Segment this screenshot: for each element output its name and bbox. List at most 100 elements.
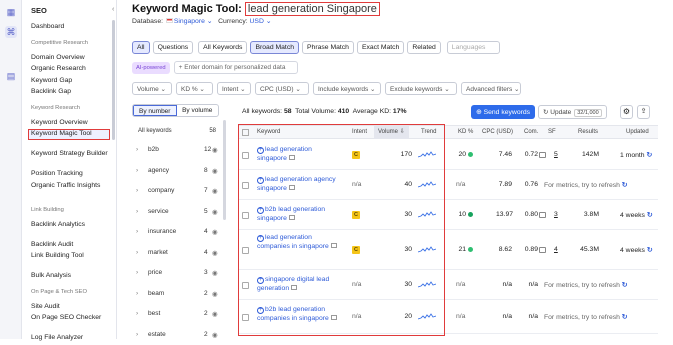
sidebar-item[interactable]: Dashboard <box>31 22 111 31</box>
add-keyword-icon[interactable]: + <box>257 307 264 314</box>
filter-advanced-filters[interactable]: Advanced filters ⌄ <box>461 82 521 95</box>
filter-include-keywords[interactable]: Include keywords ⌄ <box>313 82 381 95</box>
tab-broad-match[interactable]: Broad Match <box>250 41 300 54</box>
eye-icon[interactable]: ◉ <box>212 249 218 257</box>
keyword-link[interactable]: + lead generation agency singapore <box>257 175 341 193</box>
by-number-button[interactable]: By number <box>133 105 177 116</box>
sidebar-item[interactable]: Keyword Overview <box>31 118 111 127</box>
refresh-icon[interactable]: ↻ <box>645 247 653 254</box>
filter-kd-[interactable]: KD % ⌄ <box>176 82 213 95</box>
currency-select[interactable]: USD ⌄ <box>250 18 272 25</box>
domain-input[interactable]: + Enter domain for personalized data <box>173 61 298 74</box>
col-kd[interactable]: KD % <box>458 129 473 135</box>
filter-exclude-keywords[interactable]: Exclude keywords ⌄ <box>385 82 457 95</box>
refresh-icon[interactable]: ↻ <box>620 182 628 189</box>
keyword-group-item[interactable]: › b2b 12 ◉ <box>132 146 228 160</box>
filter-volume[interactable]: Volume ⌄ <box>132 82 172 95</box>
keyword-link[interactable]: + b2b lead generation singapore <box>257 205 341 223</box>
eye-icon[interactable]: ◉ <box>212 269 218 277</box>
add-keyword-icon[interactable]: + <box>257 177 264 184</box>
sidebar-item[interactable]: Log File Analyzer <box>31 333 111 342</box>
row-checkbox[interactable] <box>242 182 249 189</box>
eye-icon[interactable]: ◉ <box>212 167 218 175</box>
eye-icon[interactable]: ◉ <box>212 228 218 236</box>
sp-logo-icon[interactable]: ⌘ <box>5 26 17 38</box>
keyword-group-item[interactable]: › beam 2 ◉ <box>132 290 228 304</box>
update-button[interactable]: ↻ Update 32/1,000 <box>538 105 607 119</box>
col-com[interactable]: Com. <box>524 129 538 135</box>
keyword-group-item[interactable]: › estate 2 ◉ <box>132 331 228 345</box>
keyword-group-item[interactable]: › market 4 ◉ <box>132 249 228 263</box>
sidebar-item[interactable]: On Page SEO Checker <box>31 313 111 322</box>
groups-scrollbar[interactable] <box>223 120 226 220</box>
refresh-icon[interactable]: ↻ <box>620 282 628 289</box>
serp-features-count[interactable]: 5 <box>554 151 564 158</box>
tab-exact-match[interactable]: Exact Match <box>356 41 405 54</box>
filter-intent[interactable]: Intent ⌄ <box>217 82 251 95</box>
select-all-checkbox[interactable] <box>242 129 249 136</box>
sidebar-item[interactable]: Organic Traffic Insights <box>31 181 111 190</box>
sidebar-item[interactable]: Keyword Strategy Builder <box>31 149 111 158</box>
eye-icon[interactable]: ◉ <box>212 208 218 216</box>
refresh-icon[interactable]: ↻ <box>645 152 652 159</box>
add-keyword-icon[interactable]: + <box>257 147 264 154</box>
row-checkbox[interactable] <box>242 212 249 219</box>
row-checkbox[interactable] <box>242 282 249 289</box>
keyword-group-item[interactable]: › price 3 ◉ <box>132 269 228 283</box>
sidebar-item[interactable]: Bulk Analysis <box>31 271 111 280</box>
keyword-link[interactable]: + lead generation companies in singapore <box>257 233 341 251</box>
sidebar-item[interactable]: Backlink Gap <box>31 87 111 96</box>
keyword-group-item[interactable]: › company 7 ◉ <box>132 187 228 201</box>
tab-questions[interactable]: Questions <box>152 41 194 54</box>
keyword-group-item[interactable]: › best 2 ◉ <box>132 310 228 324</box>
add-keyword-icon[interactable]: + <box>257 235 264 242</box>
keyword-link[interactable]: + lead generation singapore <box>257 145 341 163</box>
serp-preview-icon[interactable] <box>291 285 298 290</box>
sidebar-item[interactable]: Link Building Tool <box>31 251 111 260</box>
filter-cpc-usd-[interactable]: CPC (USD) ⌄ <box>255 82 309 95</box>
col-sf[interactable]: SF <box>548 129 556 135</box>
tab-all[interactable]: All <box>132 41 150 54</box>
database-select[interactable]: Singapore ⌄ <box>165 18 212 25</box>
seo-icon[interactable]: ▦ <box>5 6 17 18</box>
sidebar-item[interactable]: Backlink Audit <box>31 240 111 249</box>
sidebar-scrollbar[interactable] <box>112 20 115 140</box>
add-keyword-icon[interactable]: + <box>257 207 264 214</box>
tab-all-keywords[interactable]: All Keywords <box>198 41 248 54</box>
add-keyword-icon[interactable]: + <box>257 277 264 284</box>
serp-preview-icon[interactable] <box>288 185 295 190</box>
sidebar-item[interactable]: Backlink Analytics <box>31 220 111 229</box>
col-trend[interactable]: Trend <box>421 129 436 135</box>
sidebar-item[interactable]: Keyword Gap <box>31 76 111 85</box>
col-intent[interactable]: Intent <box>352 129 367 135</box>
col-updated[interactable]: Updated <box>626 129 649 135</box>
row-checkbox[interactable] <box>242 152 249 159</box>
collapse-sidebar-icon[interactable]: ‹ <box>112 6 114 13</box>
keyword-group-item[interactable]: › service 5 ◉ <box>132 208 228 222</box>
sidebar-item[interactable]: Domain Overview <box>31 53 111 62</box>
sidebar-item[interactable]: Site Audit <box>31 302 111 311</box>
send-keywords-button[interactable]: ⊕ Send keywords <box>471 105 536 119</box>
row-checkbox[interactable] <box>242 314 249 321</box>
tab-languages[interactable]: Languages <box>446 41 500 54</box>
col-keyword[interactable]: Keyword <box>257 129 280 135</box>
eye-icon[interactable]: ◉ <box>212 310 218 318</box>
keyword-link[interactable]: + singapore digital lead generation <box>257 275 341 293</box>
col-volume[interactable]: Volume ⇩ <box>374 126 409 139</box>
eye-icon[interactable]: ◉ <box>212 331 218 339</box>
keyword-group-item[interactable]: › agency 8 ◉ <box>132 167 228 181</box>
sidebar-item[interactable]: Keyword Magic Tool <box>28 129 110 140</box>
keyword-link[interactable]: + b2b lead generation companies in singap… <box>257 305 341 323</box>
eye-icon[interactable]: ◉ <box>212 187 218 195</box>
serp-preview-icon[interactable] <box>330 243 337 248</box>
col-cpc[interactable]: CPC (USD) <box>482 129 513 135</box>
serp-features-count[interactable]: 4 <box>554 246 564 253</box>
tab-phrase-match[interactable]: Phrase Match <box>302 41 354 54</box>
export-icon[interactable]: ⇪ <box>637 105 650 119</box>
sidebar-item[interactable]: Position Tracking <box>31 169 111 178</box>
sidebar-item[interactable]: Organic Research <box>31 64 111 73</box>
refresh-icon[interactable]: ↻ <box>620 314 628 321</box>
tab-related[interactable]: Related <box>407 41 441 54</box>
document-icon[interactable]: ▤ <box>5 70 17 82</box>
by-volume-button[interactable]: By volume <box>177 105 219 116</box>
